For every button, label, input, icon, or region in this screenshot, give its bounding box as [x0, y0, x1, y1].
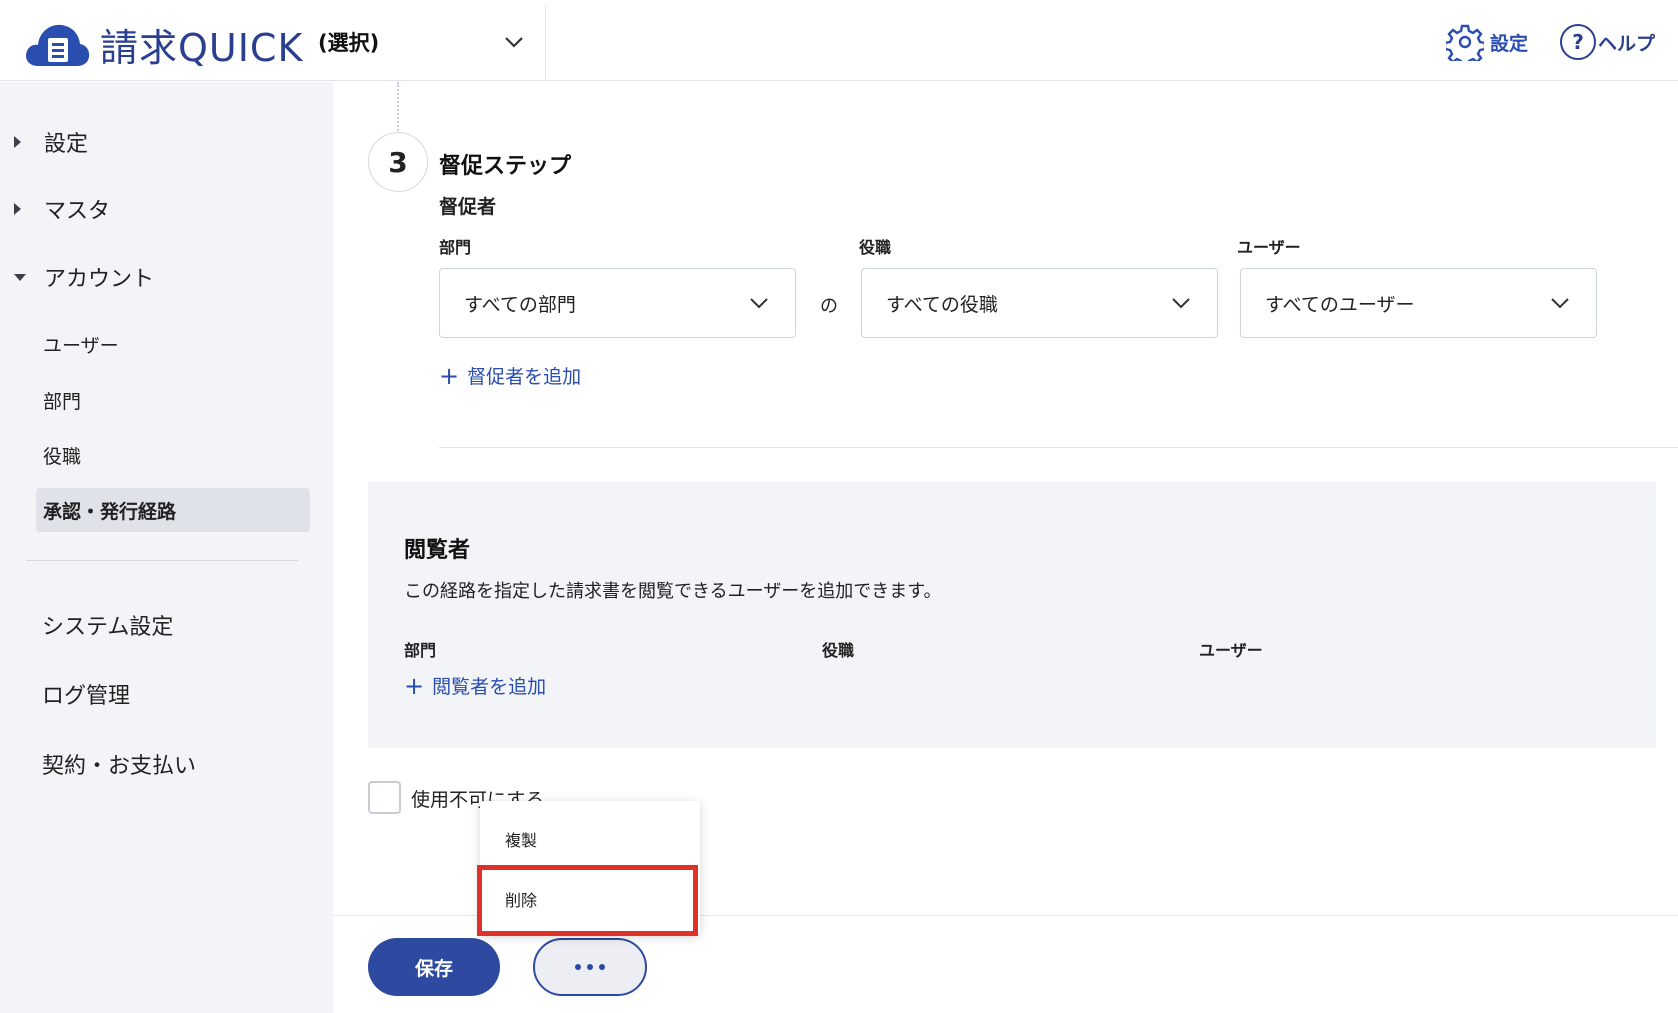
sidebar-subitem-departments[interactable]: 部門 — [36, 378, 310, 422]
cloud-logo-icon — [26, 24, 90, 66]
header-divider — [545, 6, 546, 80]
department-select-value: すべての部門 — [464, 293, 576, 316]
chevron-down-icon — [750, 298, 768, 309]
app-header: 請求QUICK (選択) 設定 ? ヘルプ — [0, 0, 1678, 81]
viewer-user-header: ユーザー — [1199, 641, 1263, 660]
sidebar-item-billing[interactable]: 契約・お支払い — [0, 742, 331, 786]
sidebar-item-label: ログ管理 — [42, 684, 131, 709]
dot-icon — [575, 964, 581, 970]
viewer-panel: 閲覧者 この経路を指定した請求書を閲覧できるユーザーを追加できます。 部門 役職… — [368, 482, 1656, 748]
dot-icon — [587, 964, 593, 970]
menu-item-delete[interactable]: 削除 — [480, 869, 700, 929]
caret-right-icon — [14, 136, 21, 148]
sidebar-item-account[interactable]: アカウント — [0, 255, 333, 299]
step-number-badge: 3 — [368, 132, 428, 192]
add-viewer-link[interactable]: + 閲覧者を追加 — [404, 672, 546, 699]
sidebar-item-label: システム設定 — [42, 615, 174, 640]
dot-icon — [599, 964, 605, 970]
menu-item-duplicate[interactable]: 複製 — [480, 809, 700, 869]
sidebar-item-label: 契約・お支払い — [42, 754, 197, 779]
reminder-label: 督促者 — [439, 196, 497, 218]
of-connector-label: の — [820, 296, 838, 317]
timeline-line — [397, 82, 399, 134]
add-reminder-label: 督促者を追加 — [467, 366, 582, 388]
app-logo[interactable]: 請求QUICK — [24, 20, 303, 70]
department-label: 部門 — [439, 238, 472, 257]
plus-icon: + — [439, 361, 460, 390]
chevron-down-icon — [1172, 298, 1190, 309]
position-select-value: すべての役職 — [886, 293, 998, 316]
sidebar: 設定 マスタ アカウント ユーザー 部門 役職 承認・発行経路 システム設定 ロ… — [0, 82, 333, 1013]
settings-link[interactable]: 設定 — [1446, 22, 1528, 62]
caret-down-icon — [14, 273, 26, 281]
viewer-position-header: 役職 — [822, 641, 855, 660]
sidebar-item-master[interactable]: マスタ — [0, 187, 333, 231]
step-number: 3 — [388, 145, 408, 179]
more-actions-menu: 複製 削除 — [480, 801, 700, 935]
sidebar-subitem-positions[interactable]: 役職 — [36, 433, 310, 477]
chevron-down-icon — [505, 37, 523, 48]
sidebar-item-settings[interactable]: 設定 — [0, 120, 333, 164]
add-reminder-link[interactable]: + 督促者を追加 — [439, 362, 581, 389]
section-divider — [439, 447, 1678, 448]
department-select[interactable]: すべての部門 — [439, 268, 796, 338]
sidebar-item-label: 設定 — [44, 132, 89, 157]
menu-item-label: 削除 — [505, 891, 538, 910]
viewer-title: 閲覧者 — [404, 538, 471, 563]
step-title: 督促ステップ — [439, 154, 572, 179]
company-select[interactable]: (選択) — [300, 22, 544, 62]
sidebar-subitem-label: 承認・発行経路 — [43, 500, 177, 523]
sidebar-item-logs[interactable]: ログ管理 — [0, 672, 331, 716]
sidebar-subitem-label: 部門 — [43, 390, 82, 413]
add-viewer-label: 閲覧者を追加 — [432, 676, 547, 698]
sidebar-item-label: マスタ — [44, 199, 111, 224]
help-icon: ? — [1560, 24, 1596, 60]
user-label: ユーザー — [1237, 238, 1301, 257]
help-icon-glyph: ? — [1572, 30, 1584, 54]
user-select-value: すべてのユーザー — [1265, 293, 1415, 316]
chevron-down-icon — [1551, 298, 1569, 309]
more-actions-button[interactable] — [533, 938, 647, 996]
position-label: 役職 — [859, 238, 892, 257]
save-button[interactable]: 保存 — [368, 938, 500, 996]
gear-icon — [1446, 24, 1484, 61]
sidebar-divider — [26, 560, 298, 561]
sidebar-item-system-settings[interactable]: システム設定 — [0, 603, 331, 647]
help-label: ヘルプ — [1598, 32, 1656, 55]
caret-right-icon — [14, 203, 21, 215]
sidebar-item-label: アカウント — [44, 267, 155, 292]
settings-label: 設定 — [1490, 32, 1529, 55]
brand-name: 請求QUICK — [100, 25, 304, 70]
sidebar-subitem-label: ユーザー — [43, 334, 119, 357]
menu-item-label: 複製 — [505, 831, 538, 850]
sidebar-subitem-users[interactable]: ユーザー — [36, 322, 310, 366]
user-select[interactable]: すべてのユーザー — [1240, 268, 1597, 338]
help-link[interactable]: ? ヘルプ — [1560, 22, 1655, 62]
viewer-description: この経路を指定した請求書を閲覧できるユーザーを追加できます。 — [404, 581, 942, 602]
position-select[interactable]: すべての役職 — [861, 268, 1218, 338]
disable-checkbox[interactable] — [368, 781, 401, 814]
viewer-department-header: 部門 — [404, 641, 437, 660]
sidebar-subitem-approval-routes[interactable]: 承認・発行経路 — [36, 488, 310, 532]
company-select-value: (選択) — [318, 31, 380, 55]
plus-icon: + — [404, 671, 425, 700]
sidebar-subitem-label: 役職 — [43, 445, 82, 468]
